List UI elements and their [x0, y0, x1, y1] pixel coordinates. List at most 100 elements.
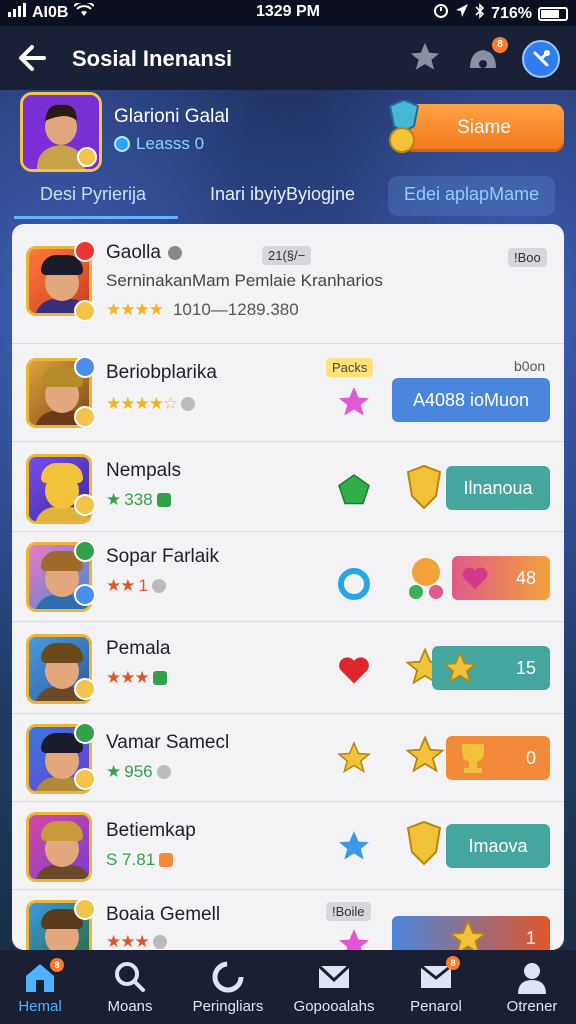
- ability-icon: [74, 584, 96, 606]
- profile-subtitle: Leasss 0: [114, 134, 204, 154]
- magenta-star-icon: [336, 926, 372, 950]
- tab-bar: Desi Pyrierija Inari ibyiyByiogjne Edei …: [0, 172, 576, 220]
- row-name: Betiemkap: [106, 820, 196, 841]
- coin-icon: [74, 300, 96, 322]
- row-meta-text: 338: [124, 490, 153, 509]
- alarm-icon: [433, 3, 449, 24]
- bluetooth-icon: [475, 3, 485, 24]
- nav-badge: 8: [50, 958, 64, 972]
- row-action-value: 0: [525, 748, 536, 768]
- active-tab-indicator: [14, 216, 178, 219]
- coin-icon: [74, 898, 96, 920]
- row-action-button[interactable]: 15: [432, 646, 550, 690]
- bottom-navigation: 8 Hemal Moans Peringliars Gopooalahs 8 P…: [0, 950, 576, 1024]
- list-item[interactable]: Betiemkap S 7.81 Imaova: [12, 802, 564, 890]
- row-meta-text: 1010—1289.380: [172, 300, 299, 319]
- coin-icon: [74, 494, 96, 516]
- row-meta: ★★★: [106, 668, 167, 688]
- rating-stars: ★★★★☆: [106, 394, 178, 413]
- back-arrow-icon[interactable]: [14, 40, 50, 76]
- app-header: Sosial Inenansi 8: [0, 26, 576, 90]
- row-tag: 21(§/−: [262, 246, 312, 265]
- row-meta: ★★★★ 1010—1289.380: [106, 300, 299, 320]
- row-action-button[interactable]: A4088 ioMuon: [392, 378, 550, 422]
- nav-label: Otrener: [506, 998, 558, 1015]
- list-item[interactable]: Nempals ★ 338 Ilnanoua: [12, 442, 564, 532]
- start-button[interactable]: Siame: [404, 104, 564, 152]
- row-action-button[interactable]: Imaova: [446, 824, 550, 868]
- list-item[interactable]: Sopar Farlaik ★★ 1 48: [12, 532, 564, 622]
- list-item[interactable]: Beriobplarika Packs b0on ★★★★☆ A4088 ioM…: [12, 344, 564, 442]
- search-icon: [112, 960, 148, 994]
- heart-icon: [336, 652, 372, 688]
- rating-stars: ★★: [106, 576, 136, 595]
- row-action-button[interactable]: Ilnanoua: [446, 466, 550, 510]
- badge-icon: [74, 240, 96, 262]
- player-list: Gaolla 21(§/− !Boo SerninakanMam Pemlaie…: [12, 224, 564, 950]
- green-badge-icon: [156, 493, 171, 507]
- row-meta: ★ 956: [106, 762, 171, 782]
- gold-shield-icon: [404, 464, 444, 512]
- shield-small-icon: [151, 579, 166, 593]
- list-item[interactable]: Pemala ★★★ 15: [12, 622, 564, 714]
- row-action-button[interactable]: 48: [452, 556, 550, 600]
- shield-small-icon: [156, 765, 171, 779]
- row-meta-text: 956: [124, 762, 153, 781]
- rating-stars: ★★★: [106, 668, 150, 687]
- avatar: [26, 812, 92, 882]
- tab-edei-aplapmame[interactable]: Edei aplapMame: [388, 176, 556, 216]
- nav-gopooalahs[interactable]: Gopooalahs: [286, 950, 382, 1024]
- page-title: Sosial Inenansi: [72, 46, 233, 71]
- list-item[interactable]: Boaia Gemell !Boile ★★★ 1: [12, 890, 564, 950]
- nav-label: Penarol: [410, 998, 462, 1015]
- nav-label: Gopooalahs: [293, 998, 375, 1015]
- row-tag: !Boile: [326, 902, 371, 921]
- profile-level-text: Leasss 0: [136, 134, 205, 153]
- row-name: Pemala: [106, 638, 171, 659]
- trophy-icon: [404, 554, 448, 602]
- battery-icon: [538, 6, 568, 21]
- favorite-star-icon[interactable]: [408, 40, 442, 74]
- battery-percent: 716%: [491, 4, 532, 22]
- ring-icon: [336, 566, 372, 602]
- cycle-icon: [210, 960, 246, 994]
- level-dot-icon: [114, 136, 130, 152]
- profile-name: Glarioni Galal: [114, 106, 230, 127]
- nav-badge: 8: [446, 956, 460, 970]
- rating-stars: ★★★★: [106, 300, 164, 319]
- list-item[interactable]: Gaolla 21(§/− !Boo SerninakanMam Pemlaie…: [12, 224, 564, 344]
- green-pentagon-icon: [336, 472, 372, 508]
- row-corner-tag: b0on: [514, 358, 546, 374]
- nav-home[interactable]: 8 Hemal: [0, 950, 88, 1024]
- gold-star-icon: [448, 918, 488, 950]
- status-bar: AI0B 1329 PM 716%: [0, 0, 576, 26]
- tab-desi-pyrierija[interactable]: Desi Pyrierija: [40, 184, 146, 205]
- badge-icon: [74, 356, 96, 378]
- nav-label: Peringliars: [192, 998, 264, 1015]
- coin-icon: [74, 406, 96, 428]
- row-meta: ★★★: [106, 932, 167, 950]
- tab-inari[interactable]: Inari ibyiyByiogjne: [210, 184, 355, 205]
- blue-star-icon: [336, 828, 372, 864]
- list-item[interactable]: Vamar Samecl ★ 956 0: [12, 714, 564, 802]
- nav-moans[interactable]: Moans: [82, 950, 178, 1024]
- row-action-value: 15: [515, 658, 536, 678]
- profile-avatar[interactable]: [20, 92, 102, 172]
- nav-otrener[interactable]: Otrener: [484, 950, 576, 1024]
- row-action-button[interactable]: 1: [392, 916, 550, 950]
- rating-stars: ★: [106, 490, 121, 509]
- coin-icon: [74, 768, 96, 790]
- rating-stars: ★: [106, 762, 121, 781]
- location-icon: [455, 3, 469, 24]
- row-name: Boaia Gemell: [106, 904, 221, 925]
- gold-star-icon: [336, 740, 372, 776]
- shield-small-icon: [152, 935, 167, 949]
- nav-peringliars[interactable]: Peringliars: [180, 950, 276, 1024]
- badge-icon: [74, 540, 96, 562]
- nav-label: Hemal: [18, 998, 62, 1015]
- profile-icon: [514, 960, 550, 994]
- row-name: Sopar Farlaik: [106, 546, 219, 567]
- game-controller-icon[interactable]: [522, 40, 560, 78]
- nav-penarol[interactable]: 8 Penarol: [388, 950, 484, 1024]
- row-action-button[interactable]: 0: [446, 736, 550, 780]
